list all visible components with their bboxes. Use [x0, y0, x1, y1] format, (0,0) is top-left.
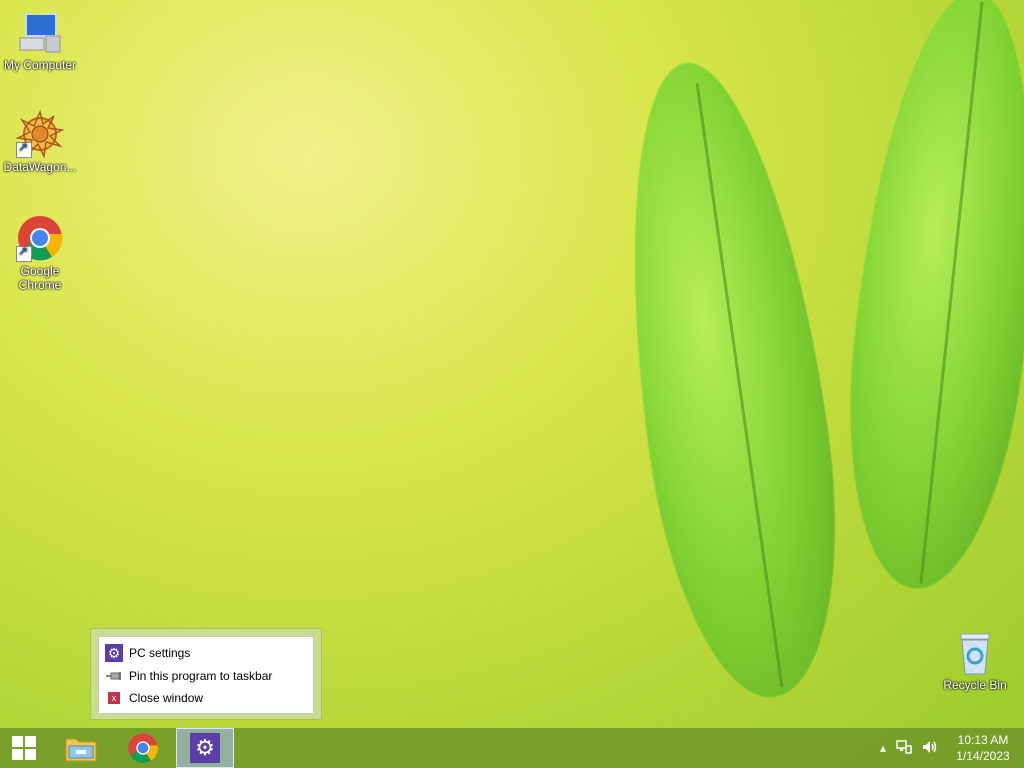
chrome-icon [128, 733, 158, 763]
desktop-icon-label: Recycle Bin [943, 678, 1007, 692]
jump-item-label: Close window [129, 691, 204, 705]
jump-list-panel: ⚙ PC settings Pin this program to taskba… [98, 636, 314, 714]
show-hidden-icons-icon[interactable]: ▴ [880, 741, 886, 755]
settings-icon: ⚙ [190, 733, 220, 763]
desktop-icon-recycle-bin[interactable]: Recycle Bin [935, 632, 1015, 692]
taskbar-file-explorer[interactable] [58, 728, 104, 768]
wallpaper-leaf [596, 50, 864, 710]
taskbar: ⚙ ▴ 10:13 AM 1/14/2023 [0, 728, 1024, 768]
desktop-icon-google-chrome[interactable]: Google Chrome [0, 214, 80, 292]
desktop-icon-label: DataWagon... [3, 160, 77, 174]
shortcut-arrow-icon [16, 140, 32, 158]
taskbar-pc-settings[interactable]: ⚙ [176, 728, 234, 768]
desktop-icon-my-computer[interactable]: My Computer [0, 8, 80, 72]
system-tray: ▴ 10:13 AM 1/14/2023 [880, 728, 1024, 768]
jump-item-label: Pin this program to taskbar [129, 669, 273, 683]
desktop-icon-label: Google Chrome [18, 264, 62, 292]
jump-item-pc-settings[interactable]: ⚙ PC settings [105, 643, 190, 663]
close-icon: x [108, 692, 120, 704]
desktop-icon-datawagon[interactable]: DataWagon... [0, 109, 80, 174]
shortcut-arrow-icon [16, 244, 32, 262]
recycle-bin-icon [955, 632, 995, 676]
clock-time: 10:13 AM [957, 733, 1009, 747]
volume-icon[interactable] [922, 740, 938, 757]
file-explorer-icon [65, 738, 97, 762]
jump-list: ⚙ PC settings Pin this program to taskba… [90, 628, 322, 720]
gear-icon: ⚙ [105, 644, 123, 662]
desktop-icon-label: My Computer [3, 58, 77, 72]
clock-date: 1/14/2023 [956, 749, 1010, 763]
windows-logo-icon [12, 736, 36, 760]
clock[interactable]: 10:13 AM 1/14/2023 [948, 732, 1018, 764]
network-icon[interactable] [896, 739, 912, 757]
computer-icon [16, 8, 64, 56]
jump-item-pin[interactable]: Pin this program to taskbar [105, 666, 272, 686]
pin-icon [105, 667, 123, 685]
jump-item-label: PC settings [129, 646, 191, 660]
taskbar-chrome[interactable] [120, 728, 166, 768]
start-button[interactable] [0, 728, 48, 768]
datawagon-icon [15, 109, 65, 159]
chrome-icon [16, 214, 64, 262]
jump-item-close-window[interactable]: x Close window [105, 688, 203, 708]
